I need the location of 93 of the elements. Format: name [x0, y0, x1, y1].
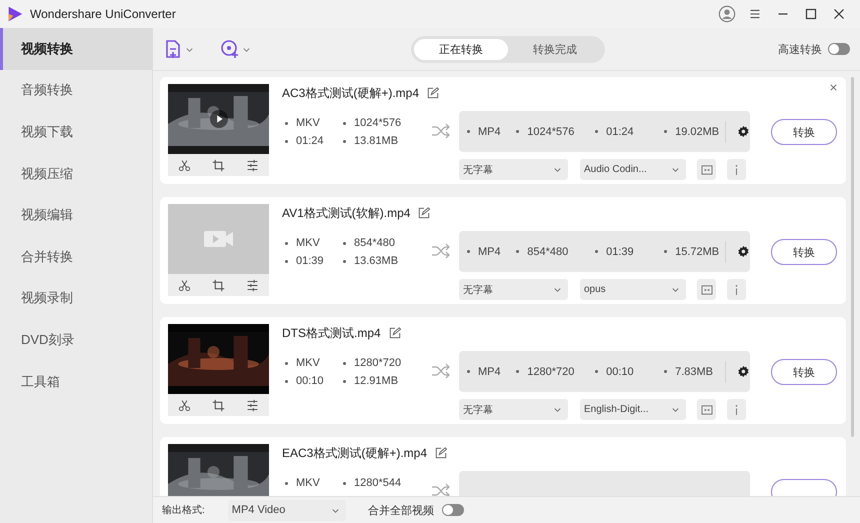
add-file-button[interactable]: [163, 39, 194, 59]
source-info: MKV: [285, 117, 343, 129]
edit-icon[interactable]: [388, 327, 401, 339]
info-icon: [734, 164, 739, 176]
source-info: MKV: [285, 477, 343, 489]
effects-icon[interactable]: [246, 398, 259, 412]
file-name: AC3格式测试(硬解+).mp4: [282, 84, 420, 102]
edit-icon[interactable]: [427, 87, 440, 99]
window-title: Wondershare UniConverter: [30, 7, 176, 21]
output-info: 00:10: [595, 366, 664, 378]
source-info: 854*480: [343, 237, 427, 249]
source-info: 1024*576: [343, 117, 427, 129]
source-info: 00:10: [285, 375, 343, 387]
subtitle-button[interactable]: [697, 279, 716, 300]
merge-videos-label: 合并全部视频: [368, 504, 434, 518]
file-name: AV1格式测试(软解).mp4: [282, 204, 410, 222]
output-info: MP4: [467, 246, 516, 258]
convert-button[interactable]: 转换: [771, 119, 837, 145]
audio-track-dropdown[interactable]: Audio Codin...: [580, 159, 686, 180]
audio-track-dropdown[interactable]: opus: [580, 279, 686, 300]
high-speed-label: 高速转换: [778, 42, 822, 56]
effects-icon[interactable]: [246, 278, 259, 292]
output-info: MP4: [467, 366, 516, 378]
subtitle-dropdown[interactable]: 无字幕: [459, 279, 568, 300]
high-speed-toggle[interactable]: [828, 43, 850, 55]
crop-icon[interactable]: [212, 158, 225, 172]
video-camera-icon: [204, 229, 234, 249]
output-info: 19.02MB: [664, 126, 724, 138]
shuffle-icon: [431, 483, 451, 496]
status-tab[interactable]: 正在转换: [414, 38, 508, 60]
info-icon: [734, 404, 739, 416]
subtitle-dropdown[interactable]: 无字幕: [459, 159, 568, 180]
add-disc-button[interactable]: [220, 39, 251, 59]
output-format-dropdown[interactable]: MP4 Video: [228, 500, 346, 520]
subtitle-icon: [700, 284, 712, 294]
subtitle-dropdown[interactable]: 无字幕: [459, 399, 568, 420]
crop-icon[interactable]: [212, 398, 225, 412]
source-info: 1280*720: [343, 357, 427, 369]
file-name: EAC3格式测试(硬解+).mp4: [282, 444, 428, 462]
sidebar-item[interactable]: 工具箱: [0, 360, 152, 402]
close-icon[interactable]: [829, 83, 838, 92]
play-icon[interactable]: [210, 110, 228, 128]
subtitle-icon: [700, 404, 712, 414]
scissors-icon[interactable]: [178, 158, 192, 172]
source-info: 13.63MB: [343, 255, 427, 267]
scissors-icon[interactable]: [178, 278, 192, 292]
output-info: 1280*720: [516, 366, 596, 378]
sidebar-item[interactable]: 视频编辑: [0, 194, 152, 236]
shuffle-icon: [431, 363, 451, 379]
sidebar-item[interactable]: 视频转换: [0, 28, 152, 70]
output-format-label: 输出格式:: [162, 504, 205, 517]
settings-icon[interactable]: [737, 125, 750, 138]
effects-icon[interactable]: [246, 158, 259, 172]
output-info: 7.83MB: [664, 366, 724, 378]
audio-track-dropdown[interactable]: English-Digit...: [580, 399, 686, 420]
edit-icon[interactable]: [435, 447, 448, 459]
file-name: DTS格式测试.mp4: [282, 324, 381, 342]
edit-icon[interactable]: [418, 207, 430, 219]
output-info: 01:24: [595, 126, 664, 138]
merge-videos-toggle[interactable]: [442, 504, 464, 516]
output-info: 01:39: [595, 246, 664, 258]
app-logo-icon: [6, 5, 24, 23]
output-info: 15.72MB: [664, 246, 724, 258]
source-info: 12.91MB: [343, 375, 427, 387]
output-info: MP4: [467, 126, 516, 138]
source-info: 13.81MB: [343, 135, 427, 147]
subtitle-icon: [700, 164, 712, 174]
source-info: MKV: [285, 357, 343, 369]
subtitle-button[interactable]: [697, 159, 716, 180]
sidebar-item[interactable]: 视频下载: [0, 111, 152, 153]
scissors-icon[interactable]: [178, 398, 192, 412]
source-info: 01:39: [285, 255, 343, 267]
status-tab[interactable]: 转换完成: [508, 38, 602, 60]
sidebar-item[interactable]: 视频压缩: [0, 152, 152, 194]
convert-button[interactable]: 转换: [771, 239, 837, 265]
subtitle-button[interactable]: [697, 399, 716, 420]
source-info: MKV: [285, 237, 343, 249]
user-avatar-icon[interactable]: [718, 5, 736, 23]
source-info: 01:24: [285, 135, 343, 147]
sidebar-item[interactable]: DVD刻录: [0, 319, 152, 361]
source-info: 1280*544: [343, 477, 427, 489]
info-icon: [734, 284, 739, 296]
crop-icon[interactable]: [212, 278, 225, 292]
sidebar-item[interactable]: 合并转换: [0, 236, 152, 278]
settings-icon[interactable]: [737, 365, 750, 378]
settings-icon[interactable]: [737, 245, 750, 258]
convert-button[interactable]: 转换: [771, 359, 837, 385]
shuffle-icon: [431, 243, 451, 259]
output-info: 854*480: [516, 246, 596, 258]
shuffle-icon: [431, 123, 451, 139]
output-info: 1024*576: [516, 126, 596, 138]
sidebar-item[interactable]: 音频转换: [0, 70, 152, 112]
sidebar-item[interactable]: 视频录制: [0, 278, 152, 320]
